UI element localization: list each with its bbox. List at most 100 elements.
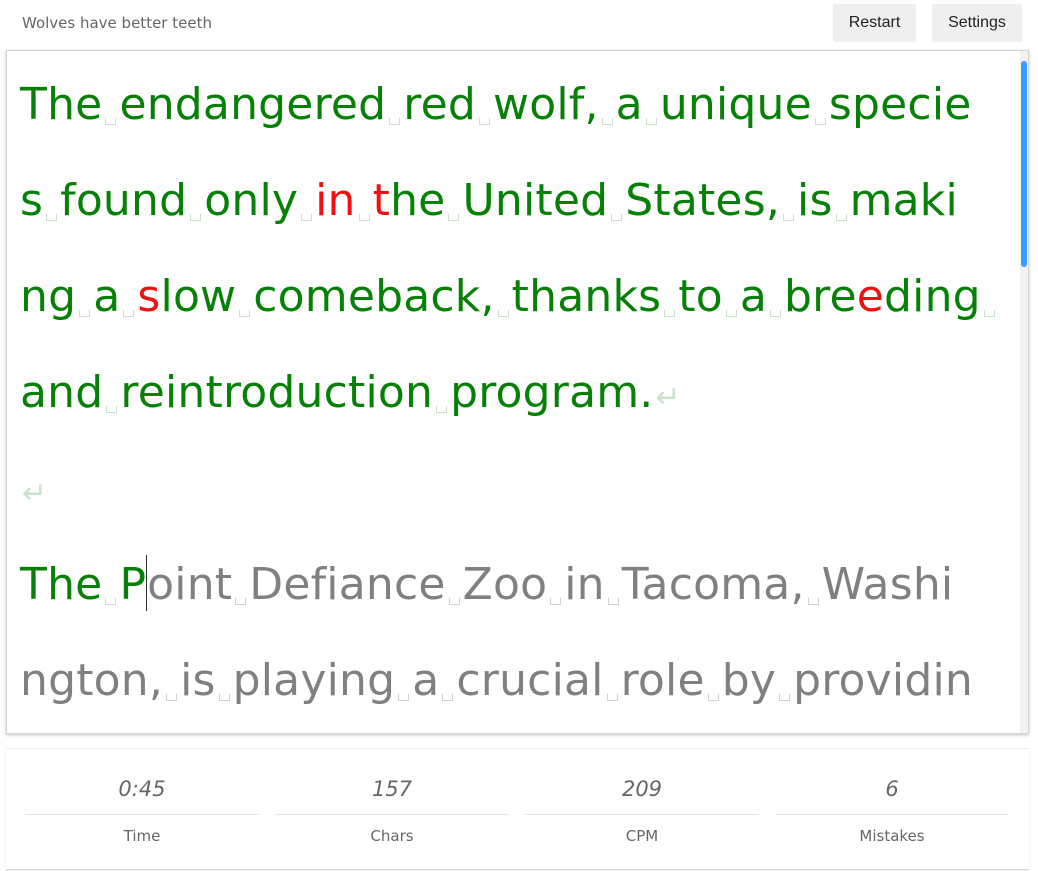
space-marker-icon [643, 75, 660, 125]
space-marker-icon [386, 75, 403, 125]
space-marker-icon [356, 171, 373, 221]
toolbar: Wolves have better teeth Restart Setting… [0, 0, 1038, 48]
pending-chars: crucial [456, 655, 604, 706]
space-marker-icon [439, 651, 456, 701]
divider [25, 814, 259, 815]
divider [775, 814, 1009, 815]
text-line: The Point Defiance Zoo in Tacoma, Washi [20, 547, 953, 643]
text-line: s found only in the United States, is maki [20, 163, 958, 259]
typed-chars: ding [884, 271, 981, 322]
typed-chars: ng [20, 271, 77, 322]
typed-chars: only [204, 175, 299, 226]
pending-chars: is [180, 655, 216, 706]
typing-text-area[interactable]: The endangered red wolf, a unique specie s found… [6, 50, 1029, 734]
return-arrow-icon: ↵ [22, 476, 48, 511]
typed-chars: P [119, 559, 147, 610]
space-marker-icon [780, 171, 797, 221]
typed-chars: is [797, 175, 833, 226]
stat-cpm: 209 CPM [525, 749, 759, 869]
stat-chars: 157 Chars [275, 749, 509, 869]
space-marker-icon [723, 267, 740, 317]
typed-chars: unique [659, 79, 812, 130]
pending-chars: Defiance [249, 559, 446, 610]
typed-chars: endangered [119, 79, 387, 130]
typed-chars: red [403, 79, 477, 130]
space-marker-icon [599, 75, 616, 125]
typed-chars: and [20, 367, 104, 418]
typed-chars: a [93, 271, 121, 322]
typed-chars: to [678, 271, 723, 322]
stat-time-label: Time [123, 827, 161, 845]
settings-button[interactable]: Settings [932, 4, 1022, 42]
lesson-title: Wolves have better teeth [22, 14, 212, 32]
space-marker-icon [43, 171, 60, 221]
stat-cpm-value: 209 [621, 777, 663, 801]
space-marker-icon [433, 363, 450, 413]
space-marker-icon [476, 75, 493, 125]
typed-chars: thanks [511, 271, 662, 322]
stat-mistakes: 6 Mistakes [775, 749, 1009, 869]
space-marker-icon [776, 651, 793, 701]
text-line: ↵ [20, 451, 47, 547]
pending-chars: playing [232, 655, 396, 706]
typed-chars: States, [625, 175, 781, 226]
pending-chars: by [721, 655, 777, 706]
text-line: ng a slow comeback, thanks to a breeding [20, 259, 998, 355]
mistake-chars: e [856, 271, 885, 322]
typed-chars: The [20, 79, 103, 130]
pending-chars: Zoo [462, 559, 548, 610]
space-marker-icon [812, 75, 829, 125]
typed-chars: reintroduction [120, 367, 434, 418]
pending-chars: ngton, [20, 655, 164, 706]
space-marker-icon [445, 171, 462, 221]
pending-chars: role [620, 655, 705, 706]
mistake-chars: t [372, 175, 391, 226]
stat-mistakes-label: Mistakes [859, 827, 925, 845]
typed-chars: bre [784, 271, 857, 322]
text-line: ngton, is playing a crucial role by providin [20, 643, 973, 733]
space-marker-icon [187, 171, 204, 221]
typed-chars: a [739, 271, 767, 322]
stat-time: 0:45 Time [25, 749, 259, 869]
space-marker-icon [236, 267, 253, 317]
pending-chars: a [412, 655, 440, 706]
mistake-chars: in [315, 175, 356, 226]
scrollbar-track[interactable] [1020, 51, 1028, 733]
stat-cpm-label: CPM [625, 827, 659, 845]
space-marker-icon [103, 363, 120, 413]
space-marker-icon [805, 555, 822, 605]
space-marker-icon [163, 651, 180, 701]
space-marker-icon [76, 267, 93, 317]
mistake-chars: s [137, 271, 161, 322]
pending-chars: Tacoma, [621, 559, 805, 610]
pending-chars: providin [793, 655, 973, 706]
typed-chars: specie [828, 79, 972, 130]
stat-time-value: 0:45 [118, 777, 166, 801]
typed-chars: s [20, 175, 44, 226]
stat-mistakes-value: 6 [885, 777, 899, 801]
typed-chars: program. [450, 367, 654, 418]
stat-chars-value: 157 [371, 777, 413, 801]
typed-chars: low [160, 271, 237, 322]
space-marker-icon [705, 651, 722, 701]
restart-button[interactable]: Restart [833, 4, 916, 42]
typed-chars: The [20, 559, 103, 610]
typed-chars: wolf, [493, 79, 599, 130]
stats-bar: 0:45 Time 157 Chars 209 CPM 6 Mistakes [6, 748, 1029, 870]
pending-chars: Washi [821, 559, 954, 610]
pending-chars: oint [147, 559, 233, 610]
stat-chars-label: Chars [370, 827, 414, 845]
typed-chars: comeback, [253, 271, 495, 322]
typed-chars: United [462, 175, 609, 226]
text-line: The endangered red wolf, a unique specie [20, 67, 972, 163]
space-marker-icon [102, 75, 119, 125]
space-marker-icon [604, 651, 621, 701]
space-marker-icon [395, 651, 412, 701]
space-marker-icon [298, 171, 315, 221]
space-marker-icon [102, 555, 119, 605]
typed-chars: found [60, 175, 188, 226]
scrollbar-thumb[interactable] [1021, 61, 1027, 267]
space-marker-icon [216, 651, 233, 701]
divider [275, 814, 509, 815]
space-marker-icon [605, 555, 622, 605]
